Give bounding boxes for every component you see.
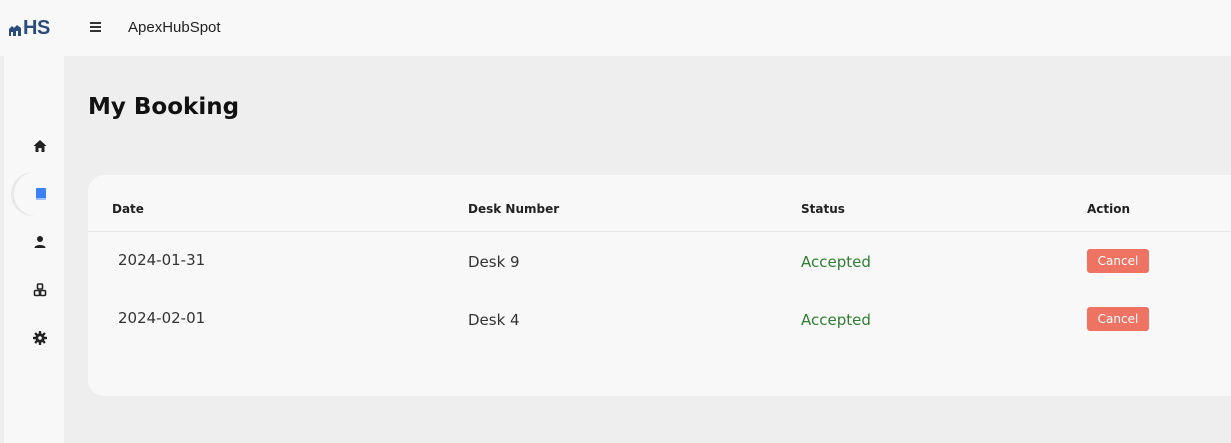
cell-desk: Desk 9: [468, 253, 520, 271]
sidebar: [0, 56, 68, 443]
logo[interactable]: HS: [8, 16, 50, 40]
sidebar-item-home[interactable]: [12, 124, 68, 168]
grid-icon: [33, 283, 47, 297]
app-root: HS ApexHubSpot My Booking Date Desk Numb…: [0, 0, 1231, 443]
column-header-date: Date: [112, 202, 144, 216]
book-icon: [36, 188, 46, 200]
bookings-table: Date Desk Number Status Action 2024-01-3…: [88, 175, 1231, 396]
cancel-button[interactable]: Cancel: [1087, 307, 1149, 331]
gear-icon: [33, 331, 47, 345]
logo-mark-icon: [9, 25, 21, 36]
top-bar: HS ApexHubSpot: [0, 0, 1231, 56]
table-row: 2024-01-31 Desk 9 Accepted Cancel: [88, 232, 1231, 290]
app-title: ApexHubSpot: [128, 19, 221, 36]
sidebar-item-profile[interactable]: [12, 220, 68, 264]
logo-text: HS: [23, 16, 50, 39]
page-title: My Booking: [88, 94, 240, 120]
sidebar-item-resources[interactable]: [12, 268, 68, 312]
person-icon: [34, 236, 46, 248]
hamburger-menu-icon[interactable]: [87, 18, 105, 36]
table-row: 2024-02-01 Desk 4 Accepted Cancel: [88, 290, 1231, 348]
column-header-action: Action: [1087, 202, 1131, 216]
cell-date: 2024-01-31: [118, 251, 206, 269]
home-icon: [33, 140, 47, 152]
cancel-button[interactable]: Cancel: [1087, 249, 1149, 273]
sidebar-item-bookings[interactable]: [14, 172, 68, 216]
main-content: My Booking Date Desk Number Status Actio…: [64, 56, 1231, 443]
table-header: Date Desk Number Status Action: [88, 175, 1231, 232]
status-badge: Accepted: [801, 253, 871, 271]
cell-date: 2024-02-01: [118, 309, 206, 327]
column-header-status: Status: [801, 202, 845, 216]
column-header-desk-number: Desk Number: [468, 202, 560, 216]
cell-desk: Desk 4: [468, 311, 520, 329]
sidebar-item-settings[interactable]: [12, 316, 68, 360]
status-badge: Accepted: [801, 311, 871, 329]
